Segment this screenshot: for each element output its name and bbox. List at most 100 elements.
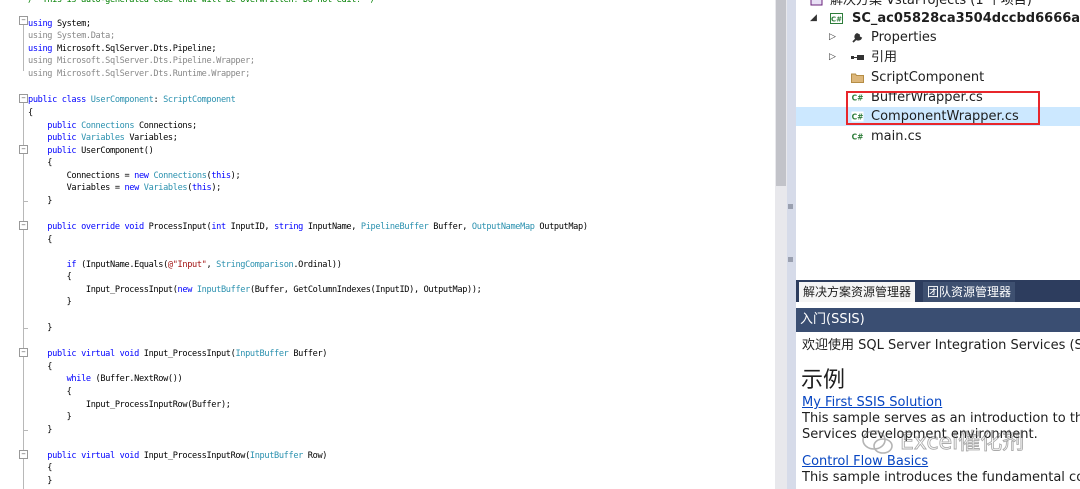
code-line[interactable]: Variables = new Variables(this);	[28, 182, 222, 195]
code-line[interactable]: public virtual void Input_ProcessInput(I…	[28, 348, 327, 361]
sample-link-first-solution[interactable]: My First SSIS Solution	[802, 395, 942, 410]
tree-item-project[interactable]: ◢ C# SC_ac05828ca3504dccbd6666a4a20	[796, 9, 1080, 28]
code-token: new	[177, 285, 193, 295]
code-line[interactable]: /* This is auto-generated code that will…	[28, 0, 376, 7]
code-line[interactable]: using Microsoft.SqlServer.Dts.Runtime.Wr…	[28, 68, 250, 81]
code-line[interactable]: }	[28, 322, 52, 335]
tree-item-label: main.cs	[871, 129, 922, 144]
code-token: (InputName.Equals(	[76, 260, 168, 270]
code-token: (Buffer.NextRow())	[90, 374, 183, 384]
code-token: string	[274, 222, 304, 232]
code-token: ProcessInput(	[143, 222, 212, 232]
sample-description: This sample introduces the fundamental c…	[802, 470, 1080, 485]
code-line[interactable]: public Variables Variables;	[28, 132, 178, 145]
splitter-grip-icon	[788, 257, 793, 262]
code-line[interactable]: public class UserComponent: ScriptCompon…	[28, 94, 236, 107]
scrollbar-thumb[interactable]	[776, 0, 786, 186]
tree-item-scriptcomponent[interactable]: ScriptComponent	[796, 68, 1080, 87]
collapse-class-icon[interactable]: −	[19, 94, 28, 103]
code-token: InputName,	[303, 222, 361, 232]
code-token: Variables	[81, 133, 125, 143]
code-token: Input_ProcessInput(	[28, 285, 178, 295]
tree-item-references[interactable]: ▷ 引用	[796, 48, 1080, 67]
collapse-processinput-icon[interactable]: −	[19, 221, 28, 230]
pane-splitter[interactable]	[787, 0, 796, 489]
code-token: Connections	[153, 171, 207, 181]
code-token: }	[28, 196, 53, 206]
code-line[interactable]: {	[28, 386, 72, 399]
code-editor[interactable]: /* This is auto-generated code that will…	[0, 0, 775, 489]
references-icon	[851, 55, 864, 60]
code-token: public override void	[47, 222, 144, 232]
code-token: if	[66, 260, 77, 270]
code-line[interactable]: using Microsoft.SqlServer.Dts.Pipeline.W…	[28, 55, 255, 68]
outline-guide	[23, 25, 24, 71]
code-token: }	[28, 425, 53, 435]
collapse-using-icon[interactable]: −	[19, 16, 28, 25]
code-line[interactable]: public override void ProcessInput(int In…	[28, 221, 588, 234]
code-token: PipelineBuffer	[360, 222, 429, 232]
tool-window-tabs: 解决方案资源管理器 团队资源管理器	[796, 280, 1080, 302]
welcome-text: 欢迎使用 SQL Server Integration Services (SS…	[802, 338, 1080, 353]
watermark: Excel催化剂	[862, 430, 1025, 455]
code-line[interactable]: while (Buffer.NextRow())	[28, 373, 183, 386]
code-line[interactable]: if (InputName.Equals(@"Input", StringCom…	[28, 259, 342, 272]
code-token: {	[28, 235, 53, 245]
code-token: this	[211, 171, 231, 181]
code-token: Connections;	[134, 121, 197, 131]
expanded-arrow-icon[interactable]: ◢	[810, 9, 817, 28]
tree-item-label: 引用	[871, 50, 898, 65]
code-line[interactable]: public virtual void Input_ProcessInputRo…	[28, 450, 327, 463]
collapsed-arrow-icon[interactable]: ▷	[829, 28, 836, 47]
tree-item-properties[interactable]: ▷ Properties	[796, 28, 1080, 47]
code-token: StringComparison	[216, 260, 294, 270]
code-token: OutputNameMap	[471, 222, 535, 232]
code-token: public	[47, 133, 77, 143]
code-token: );	[230, 171, 241, 181]
tab-solution-explorer[interactable]: 解决方案资源管理器	[799, 282, 916, 302]
code-token: using System.Data;	[28, 31, 115, 41]
wrench-icon	[852, 32, 863, 43]
code-line[interactable]: }	[28, 411, 72, 424]
code-token: InputBuffer	[196, 285, 250, 295]
code-token: Row)	[302, 451, 328, 461]
editor-vertical-scrollbar[interactable]	[775, 0, 787, 489]
code-line[interactable]: {	[28, 271, 72, 284]
code-token: System;	[52, 19, 91, 29]
collapse-input-processinputrow-icon[interactable]: −	[19, 450, 28, 459]
code-line[interactable]: }	[28, 475, 52, 488]
code-line[interactable]: {	[28, 462, 52, 475]
code-line[interactable]: using System.Data;	[28, 30, 115, 43]
getting-started-panel: 欢迎使用 SQL Server Integration Services (SS…	[796, 332, 1080, 489]
code-token: }	[28, 323, 53, 333]
tree-item-label: Properties	[871, 30, 937, 45]
code-token: }	[28, 476, 53, 486]
tab-team-explorer[interactable]: 团队资源管理器	[923, 282, 1016, 302]
collapsed-arrow-icon[interactable]: ▷	[829, 48, 836, 67]
code-line[interactable]: }	[28, 296, 72, 309]
code-token: using Microsoft.SqlServer.Dts.Pipeline.W…	[28, 56, 255, 66]
code-text-area[interactable]: /* This is auto-generated code that will…	[0, 0, 775, 489]
code-line[interactable]: {	[28, 157, 52, 170]
code-line[interactable]: }	[28, 424, 52, 437]
code-line[interactable]: Input_ProcessInput(new InputBuffer(Buffe…	[28, 284, 482, 297]
code-line[interactable]: {	[28, 234, 52, 247]
outline-end	[23, 430, 28, 431]
code-line[interactable]: }	[28, 195, 52, 208]
code-token: {	[28, 362, 53, 372]
code-token: Input_ProcessInput(	[138, 349, 236, 359]
collapse-constructor-icon[interactable]: −	[19, 145, 28, 154]
code-token: Input_ProcessInputRow(Buffer);	[28, 400, 231, 410]
collapse-input-processinput-icon[interactable]: −	[19, 348, 28, 357]
code-token: InputID,	[225, 222, 275, 232]
tree-item-main-cs[interactable]: C# main.cs	[796, 127, 1080, 146]
code-line[interactable]: {	[28, 107, 33, 120]
code-token: {	[28, 108, 33, 118]
code-token: {	[28, 272, 72, 282]
code-token: }	[28, 297, 72, 307]
code-token: @"Input"	[167, 260, 207, 270]
code-token: OutputMap)	[534, 222, 588, 232]
